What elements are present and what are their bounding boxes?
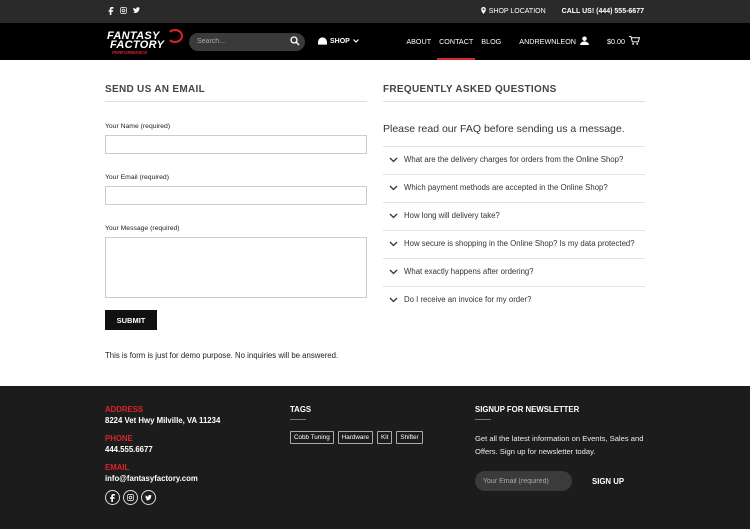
call-us-link[interactable]: CALL US! (444) 555-6677 xyxy=(562,8,644,15)
instagram-icon[interactable] xyxy=(120,6,127,17)
faq-item[interactable]: Which payment methods are accepted in th… xyxy=(383,174,645,202)
demo-note: This is form is just for demo purpose. N… xyxy=(105,351,339,360)
faq-item[interactable]: Do I receive an invoice for my order? xyxy=(383,286,645,314)
faq-section: FREQUENTLY ASKED QUESTIONS Please read o… xyxy=(383,60,645,360)
email-section: SEND US AN EMAIL Your Name (required) Yo… xyxy=(105,60,367,360)
chevron-down-icon xyxy=(389,265,404,280)
faq-intro: Please read our FAQ before sending us a … xyxy=(383,123,625,135)
message-field[interactable] xyxy=(105,237,367,298)
tag-link[interactable]: Cobb Tuning xyxy=(290,431,334,444)
footer-social-links xyxy=(105,490,220,505)
user-icon xyxy=(580,36,589,47)
search-icon[interactable] xyxy=(290,33,300,51)
twitter-icon[interactable] xyxy=(133,6,140,17)
footer-tags: TAGS Cobb Tuning Hardware Kit Shifter xyxy=(290,405,423,444)
main-content: SEND US AN EMAIL Your Name (required) Yo… xyxy=(0,60,750,360)
nav-blog[interactable]: BLOG xyxy=(477,23,505,60)
newsletter-email-field[interactable] xyxy=(475,471,572,491)
email-field[interactable] xyxy=(105,186,367,205)
account-username: ANDREWNLEON xyxy=(519,37,576,46)
faq-heading: FREQUENTLY ASKED QUESTIONS xyxy=(383,84,645,102)
shop-menu[interactable]: SHOP xyxy=(318,36,359,47)
footer-contact: ADDRESS 8224 Vet Hwy Milville, VA 11234 … xyxy=(105,405,220,505)
chevron-down-icon xyxy=(389,237,404,252)
newsletter-heading: SIGNUP FOR NEWSLETTER xyxy=(475,405,580,414)
main-header: FANTASY FACTORY PERFORMANCE SHOP ABOUT C… xyxy=(0,23,750,60)
instagram-icon[interactable] xyxy=(123,490,138,505)
faq-item[interactable]: What exactly happens after ordering? xyxy=(383,258,645,286)
footer: ADDRESS 8224 Vet Hwy Milville, VA 11234 … xyxy=(0,386,750,529)
top-bar: SHOP LOCATION CALL US! (444) 555-6677 xyxy=(0,0,750,23)
cart-link[interactable]: $0.00 xyxy=(603,23,644,60)
email-value[interactable]: info@fantasyfactory.com xyxy=(105,474,220,483)
speedometer-icon xyxy=(318,36,327,47)
nav-about[interactable]: ABOUT xyxy=(402,23,435,60)
signup-button[interactable]: SIGN UP xyxy=(592,477,624,486)
facebook-icon[interactable] xyxy=(105,490,120,505)
tag-link[interactable]: Hardware xyxy=(337,431,374,444)
search-box xyxy=(189,32,305,51)
tag-link[interactable]: Kit xyxy=(377,431,393,444)
email-section-heading: SEND US AN EMAIL xyxy=(105,84,367,102)
shop-location-link[interactable]: SHOP LOCATION xyxy=(480,7,546,16)
submit-button[interactable]: SUBMIT xyxy=(105,310,157,330)
logo[interactable]: FANTASY FACTORY PERFORMANCE xyxy=(106,28,183,56)
footer-newsletter: SIGNUP FOR NEWSLETTER Get all the latest… xyxy=(475,405,645,491)
nav-contact[interactable]: CONTACT xyxy=(435,23,477,60)
twitter-icon[interactable] xyxy=(141,490,156,505)
main-nav: ABOUT CONTACT BLOG ANDREWNLEON $0.00 xyxy=(402,23,644,60)
name-field[interactable] xyxy=(105,135,367,154)
address-value: 8224 Vet Hwy Milville, VA 11234 xyxy=(105,416,221,425)
cart-icon xyxy=(629,35,641,47)
map-pin-icon xyxy=(480,7,486,16)
top-social-links xyxy=(108,6,140,17)
cart-total: $0.00 xyxy=(607,37,625,46)
newsletter-form: SIGN UP xyxy=(475,471,645,491)
faq-item[interactable]: How secure is shopping in the Online Sho… xyxy=(383,230,645,258)
phone-value[interactable]: 444.555.6677 xyxy=(105,445,220,454)
email-label: Your Email (required) xyxy=(105,174,169,181)
tag-link[interactable]: Shifter xyxy=(396,431,423,444)
tags-heading: TAGS xyxy=(290,405,312,414)
chevron-down-icon xyxy=(389,153,404,168)
account-link[interactable]: ANDREWNLEON xyxy=(515,23,593,60)
shop-menu-label: SHOP xyxy=(330,38,350,45)
search-input[interactable] xyxy=(197,38,290,45)
address-label: ADDRESS xyxy=(105,405,144,414)
phone-label: PHONE xyxy=(105,434,133,443)
chevron-down-icon xyxy=(389,209,404,224)
faq-item[interactable]: How long will delivery take? xyxy=(383,202,645,230)
message-label: Your Message (required) xyxy=(105,225,180,232)
email-label: EMAIL xyxy=(105,463,130,472)
chevron-down-icon xyxy=(389,181,404,196)
contact-form: Your Name (required) Your Email (require… xyxy=(105,123,367,360)
shop-location-label: SHOP LOCATION xyxy=(488,8,546,15)
faq-item[interactable]: What are the delivery charges for orders… xyxy=(383,146,645,174)
chevron-down-icon xyxy=(389,293,404,308)
facebook-icon[interactable] xyxy=(108,6,114,17)
name-label: Your Name (required) xyxy=(105,123,171,130)
newsletter-text: Get all the latest information on Events… xyxy=(475,434,644,456)
chevron-down-icon xyxy=(352,38,359,45)
